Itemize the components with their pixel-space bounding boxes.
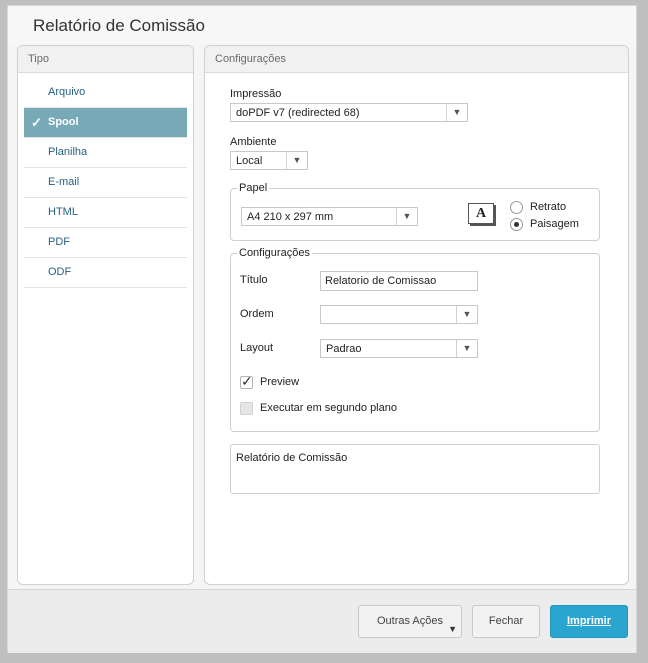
impressao-label: Impressão (230, 88, 282, 100)
tipo-item-planilha[interactable]: Planilha (24, 138, 187, 168)
config-panel: Configurações Impressão doPDF v7 (redire… (204, 45, 629, 585)
description-box[interactable]: Relatório de Comissão (230, 444, 600, 494)
chevron-down-icon: ▼ (446, 104, 467, 121)
tipo-item-html[interactable]: HTML (24, 198, 187, 228)
description-text: Relatório de Comissão (236, 452, 348, 464)
chevron-down-icon: ▼ (286, 152, 307, 169)
ambiente-label: Ambiente (230, 136, 277, 148)
check-icon: ✓ (31, 115, 42, 130)
ambiente-select[interactable]: Local ▼ (230, 151, 308, 170)
papel-legend: Papel (239, 182, 268, 194)
impressao-select[interactable]: doPDF v7 (redirected 68) ▼ (230, 103, 468, 122)
imprimir-button[interactable]: Imprimir (550, 605, 628, 638)
dialog-footer: Outras Ações ▼ Fechar Imprimir (8, 589, 636, 653)
layout-label: Layout (240, 342, 274, 354)
layout-select[interactable]: Padrao ▼ (320, 339, 478, 358)
retrato-radio[interactable] (510, 201, 523, 214)
preview-checkbox[interactable]: ✓ (240, 373, 253, 389)
outras-acoes-label: Outras Ações (376, 615, 444, 627)
chevron-down-icon: ▼ (396, 208, 417, 225)
dialog-title: Relatório de Comissão (33, 16, 205, 35)
paper-size-select[interactable]: A4 210 x 297 mm ▼ (241, 207, 418, 226)
check-icon: ✓ (241, 373, 253, 389)
tipo-item-label: ODF (48, 266, 72, 278)
background-run-checkbox[interactable] (240, 402, 253, 415)
caret-down-icon: ▼ (448, 624, 457, 634)
impressao-value: doPDF v7 (redirected 68) (236, 107, 360, 119)
config-header: Configurações (205, 46, 628, 73)
tipo-item-label: E-mail (48, 176, 80, 188)
tipo-panel: Tipo Arquivo ✓ Spool Planilha E-mail HTML… (17, 45, 194, 585)
chevron-down-icon: ▼ (456, 340, 477, 357)
titulo-label: Título (240, 274, 268, 286)
background-run-label: Executar em segundo plano (260, 402, 397, 414)
tipo-item-spool[interactable]: ✓ Spool (24, 108, 187, 138)
ordem-label: Ordem (240, 308, 274, 320)
tipo-item-odf[interactable]: ODF (24, 258, 187, 288)
tipo-item-label: Planilha (48, 146, 88, 158)
retrato-label: Retrato (530, 201, 567, 213)
tipo-item-label: HTML (48, 206, 78, 218)
fechar-label: Fechar (488, 615, 524, 627)
outras-acoes-button[interactable]: Outras Ações ▼ (358, 605, 462, 638)
layout-value: Padrao (326, 343, 362, 355)
tipo-item-label: Arquivo (48, 86, 86, 98)
paper-size-value: A4 210 x 297 mm (247, 211, 334, 223)
paisagem-radio[interactable] (510, 218, 523, 231)
titulo-input[interactable] (320, 271, 478, 291)
tipo-item-email[interactable]: E-mail (24, 168, 187, 198)
tipo-list: Arquivo ✓ Spool Planilha E-mail HTML PDF … (24, 78, 187, 288)
page-orientation-icon: A (468, 203, 494, 224)
fechar-button[interactable]: Fechar (472, 605, 540, 638)
ambiente-value: Local (236, 155, 263, 167)
ordem-select[interactable]: ▼ (320, 305, 478, 324)
tipo-item-label: PDF (48, 236, 70, 248)
preview-label: Preview (260, 376, 300, 388)
tipo-header: Tipo (18, 46, 193, 73)
tipo-item-arquivo[interactable]: Arquivo (24, 78, 187, 108)
imprimir-label: Imprimir (566, 615, 611, 627)
tipo-item-label: Spool (48, 116, 79, 128)
tipo-item-pdf[interactable]: PDF (24, 228, 187, 258)
paisagem-label: Paisagem (530, 218, 579, 230)
report-dialog: Relatório de Comissão Tipo Arquivo ✓ Spoo… (7, 5, 637, 653)
title-bar: Relatório de Comissão (8, 6, 636, 44)
chevron-down-icon: ▼ (456, 306, 477, 323)
configuracoes-legend: Configurações (239, 247, 310, 259)
